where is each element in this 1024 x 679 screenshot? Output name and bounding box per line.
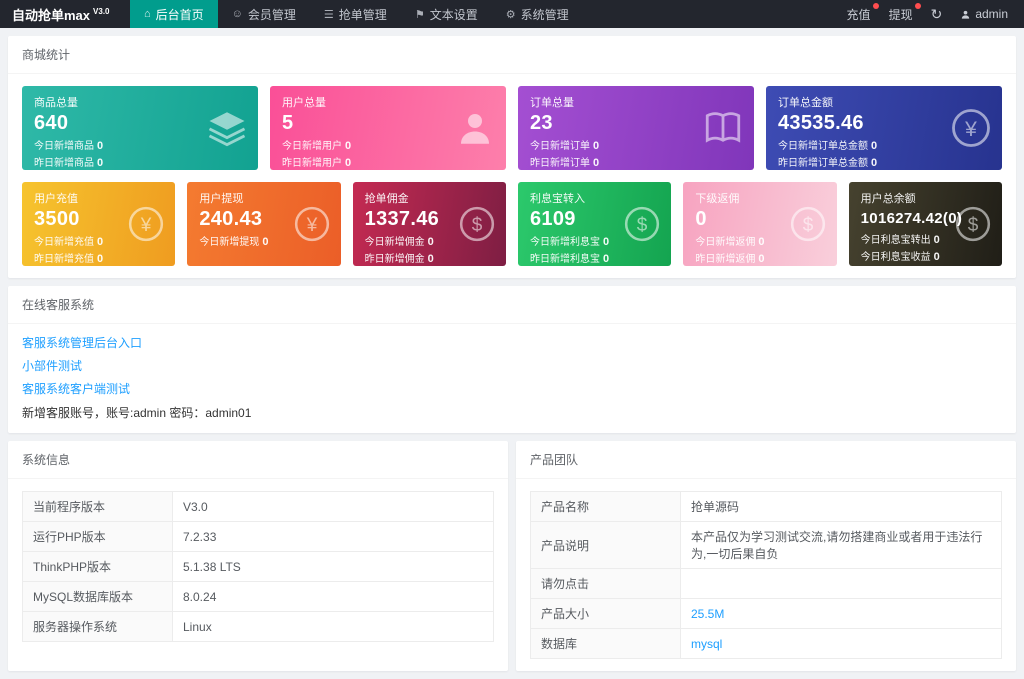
- service-panel-title: 在线客服系统: [8, 286, 1016, 324]
- menu-item-system[interactable]: ⚙ 系统管理: [492, 0, 583, 28]
- stats-panel-body: 商品总量 640 今日新增商品 0 昨日新增商品 0 用户总量 5 今日新增用户 0 …: [8, 74, 1016, 278]
- stat-sub: 昨日新增用户 0: [282, 157, 352, 170]
- svg-text:¥: ¥: [140, 215, 152, 236]
- product-size-link[interactable]: 25.5M: [691, 607, 724, 621]
- system-info-title: 系统信息: [8, 441, 508, 480]
- dollar-circle-icon: $: [954, 205, 992, 243]
- product-team-panel: 产品团队 产品名称 抢单源码 产品说明 本产品仅为学习测试交流,请勿搭建商业或者…: [516, 441, 1016, 672]
- user-icon: [454, 107, 496, 149]
- app-version: V3.0: [93, 6, 110, 16]
- stat-sub: 昨日新增利息宝 0: [529, 253, 610, 266]
- withdraw-link[interactable]: 提现: [889, 2, 921, 23]
- person-icon: [962, 10, 970, 19]
- database-link[interactable]: mysql: [691, 637, 722, 651]
- stat-sub: 昨日新增订单总金额 0: [778, 157, 878, 170]
- dollar-circle-icon: $: [623, 205, 661, 243]
- table-row: 当前程序版本 V3.0: [22, 491, 494, 523]
- app-logo: 自动抢单max V3.0: [0, 0, 130, 28]
- client-test-link[interactable]: 客服系统客户端测试: [22, 378, 1002, 401]
- navbar-right: 充值 提现 ↻ admin: [847, 0, 1024, 28]
- stat-card-order-amount: 订单总金额 43535.46 今日新增订单总金额 0 昨日新增订单总金额 0 ¥: [766, 86, 1002, 170]
- menu-item-orders[interactable]: ☰ 抢单管理: [310, 0, 401, 28]
- stat-card-orders: 订单总量 23 今日新增订单 0 昨日新增订单 0: [518, 86, 754, 170]
- svg-text:$: $: [802, 215, 813, 236]
- stat-sub: 昨日新增订单 0: [530, 157, 600, 170]
- table-row: 请勿点击: [530, 568, 1002, 600]
- app-title: 自动抢单max: [12, 7, 91, 23]
- gear-icon: ⚙: [505, 8, 516, 21]
- stat-sub: 昨日新增返佣 0: [695, 253, 765, 266]
- svg-text:¥: ¥: [964, 118, 977, 141]
- book-icon: [702, 107, 744, 149]
- layers-icon: [206, 107, 248, 149]
- stat-card-commission: 抢单佣金 1337.46 今日新增佣金 0 昨日新增佣金 0 $: [352, 182, 506, 266]
- table-row: 产品说明 本产品仅为学习测试交流,请勿搭建商业或者用于违法行为,一切后果自负: [530, 521, 1002, 570]
- stat-sub: 昨日新增佣金 0: [364, 253, 434, 266]
- system-info-body: 当前程序版本 V3.0 运行PHP版本 7.2.33 ThinkPHP版本 5.…: [8, 479, 508, 654]
- table-row: 产品大小 25.5M: [530, 598, 1002, 630]
- stat-sub: 今日利息宝收益 0: [860, 251, 940, 264]
- service-panel-body: 客服系统管理后台入口 小部件测试 客服系统客户端测试 新增客服账号，账号:adm…: [8, 324, 1016, 433]
- stat-title: 用户充值: [34, 193, 78, 205]
- dollar-circle-icon: $: [458, 205, 496, 243]
- service-admin-entry-link[interactable]: 客服系统管理后台入口: [22, 332, 1002, 355]
- member-icon: ☺: [231, 8, 243, 20]
- main-menu: ⌂ 后台首页 ☺ 会员管理 ☰ 抢单管理 ⚑ 文本设置 ⚙ 系统管理: [130, 0, 583, 28]
- yen-circle-icon: ¥: [127, 205, 165, 243]
- stats-row-1: 商品总量 640 今日新增商品 0 昨日新增商品 0 用户总量 5 今日新增用户 0 …: [22, 86, 1002, 170]
- svg-text:¥: ¥: [305, 215, 317, 236]
- stat-sub: 昨日新增商品 0: [34, 157, 104, 170]
- product-team-title: 产品团队: [516, 441, 1016, 480]
- stat-title: 用户提现: [199, 193, 244, 205]
- service-panel: 在线客服系统 客服系统管理后台入口 小部件测试 客服系统客户端测试 新增客服账号…: [8, 286, 1016, 434]
- stat-sub: 昨日新增充值 0: [34, 253, 104, 266]
- yen-circle-icon: ¥: [293, 205, 331, 243]
- widget-test-link[interactable]: 小部件测试: [22, 355, 1002, 378]
- stats-panel: 商城统计 商品总量 640 今日新增商品 0 昨日新增商品 0 用户总量 5 今日新…: [8, 36, 1016, 278]
- table-row: 运行PHP版本 7.2.33: [22, 521, 494, 553]
- stat-card-total-balance: 用户总余额 1016274.42(0) 今日利息宝转出 0 今日利息宝收益 0 $: [848, 182, 1002, 266]
- svg-text:$: $: [472, 215, 483, 236]
- service-account-note: 新增客服账号，账号:admin 密码：admin01: [22, 406, 252, 421]
- admin-dropdown[interactable]: admin: [960, 7, 1008, 21]
- flag-icon: ⚑: [414, 8, 425, 21]
- stat-card-withdraw: 用户提现 240.43 今日新增提现 0 ¥: [187, 182, 341, 266]
- page-content: 商城统计 商品总量 640 今日新增商品 0 昨日新增商品 0 用户总量 5 今日新…: [0, 28, 1024, 679]
- stats-row-2: 用户充值 3500 今日新增充值 0 昨日新增充值 0 ¥ 用户提现 240.43 …: [22, 182, 1002, 266]
- stat-title: 抢单佣金: [364, 193, 409, 205]
- stat-card-products: 商品总量 640 今日新增商品 0 昨日新增商品 0: [22, 86, 258, 170]
- menu-item-text-settings[interactable]: ⚑ 文本设置: [401, 0, 492, 28]
- yen-circle-icon: ¥: [950, 107, 992, 149]
- stat-card-recharge: 用户充值 3500 今日新增充值 0 昨日新增充值 0 ¥: [22, 182, 176, 266]
- svg-text:$: $: [968, 215, 979, 236]
- withdraw-badge: [914, 2, 921, 9]
- recharge-badge: [872, 2, 879, 9]
- table-row: 产品名称 抢单源码: [530, 491, 1002, 523]
- refresh-icon[interactable]: ↻: [931, 6, 943, 23]
- order-icon: ☰: [323, 8, 334, 21]
- bottom-panels: 系统信息 当前程序版本 V3.0 运行PHP版本 7.2.33 ThinkPHP…: [8, 441, 1016, 672]
- top-navbar: 自动抢单max V3.0 ⌂ 后台首页 ☺ 会员管理 ☰ 抢单管理 ⚑ 文本设置…: [0, 0, 1024, 28]
- product-team-body: 产品名称 抢单源码 产品说明 本产品仅为学习测试交流,请勿搭建商业或者用于违法行…: [516, 479, 1016, 671]
- system-info-panel: 系统信息 当前程序版本 V3.0 运行PHP版本 7.2.33 ThinkPHP…: [8, 441, 508, 672]
- home-icon: ⌂: [144, 8, 151, 20]
- dollar-circle-icon: $: [789, 205, 827, 243]
- product-team-table: 产品名称 抢单源码 产品说明 本产品仅为学习测试交流,请勿搭建商业或者用于违法行…: [530, 491, 1002, 660]
- stat-title: 利息宝转入: [529, 193, 585, 205]
- stat-card-interest-in: 利息宝转入 6109 今日新增利息宝 0 昨日新增利息宝 0 $: [517, 182, 672, 266]
- svg-text:$: $: [637, 215, 648, 236]
- table-row: 数据库 mysql: [530, 628, 1002, 660]
- menu-item-members[interactable]: ☺ 会员管理: [218, 0, 310, 28]
- table-row: MySQL数据库版本 8.0.24: [22, 581, 494, 613]
- stat-card-users: 用户总量 5 今日新增用户 0 昨日新增用户 0: [270, 86, 506, 170]
- menu-item-home[interactable]: ⌂ 后台首页: [130, 0, 218, 28]
- system-info-table: 当前程序版本 V3.0 运行PHP版本 7.2.33 ThinkPHP版本 5.…: [22, 491, 494, 643]
- stat-card-sub-rebate: 下级返佣 0 今日新增返佣 0 昨日新增返佣 0 $: [683, 182, 837, 266]
- recharge-link[interactable]: 充值: [847, 2, 879, 23]
- table-row: 服务器操作系统 Linux: [22, 611, 494, 643]
- table-row: ThinkPHP版本 5.1.38 LTS: [22, 551, 494, 583]
- stat-title: 用户总余额: [860, 193, 916, 205]
- stats-panel-title: 商城统计: [8, 36, 1016, 74]
- stat-title: 下级返佣: [695, 193, 740, 205]
